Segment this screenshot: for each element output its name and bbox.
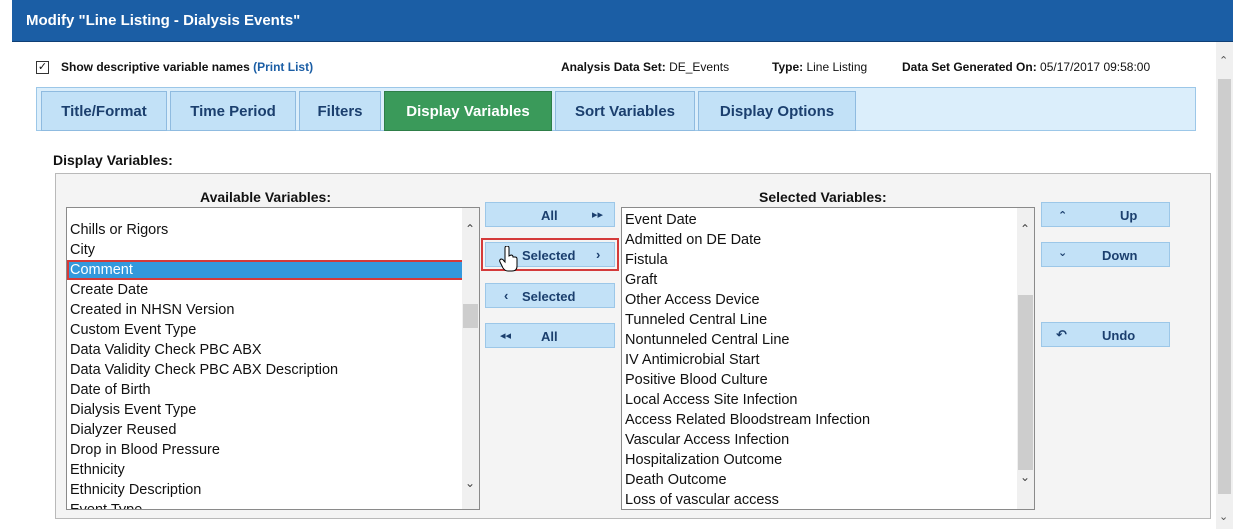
type-value: Line Listing — [806, 60, 868, 74]
section-title: Display Variables: — [53, 152, 173, 168]
tab-display-variables[interactable]: Display Variables — [384, 91, 552, 131]
move-up-button[interactable]: ⌃ Up — [1041, 202, 1170, 227]
available-variables-list[interactable]: Chills or Rigors City Comment Create Date Cr… — [66, 207, 480, 510]
undo-button[interactable]: ↶ Undo — [1041, 322, 1170, 347]
checkbox-label-text: Show descriptive variable names — [61, 60, 250, 74]
available-list-item[interactable]: Chills or Rigors — [67, 220, 479, 240]
page-scrollbar[interactable]: ⌃ ⌄ — [1216, 42, 1233, 529]
selected-list-item[interactable]: Hospitalization Outcome — [622, 450, 1034, 470]
double-arrow-right-icon: ▸▸ — [592, 209, 604, 221]
selected-list-item[interactable]: Admitted on DE Date — [622, 230, 1034, 250]
move-selected-left-label: Selected — [522, 289, 576, 304]
available-list-item[interactable]: Data Validity Check PBC ABX — [67, 340, 479, 360]
tab-title-format[interactable]: Title/Format — [41, 91, 167, 131]
type-label: Type: — [772, 60, 804, 74]
selected-list-item[interactable]: Death Outcome — [622, 470, 1034, 490]
dataset-label: Analysis Data Set: — [561, 60, 666, 74]
available-list-item[interactable]: Dialyzer Reused — [67, 420, 479, 440]
arrow-right-icon: › — [596, 247, 601, 262]
show-descriptive-names-label: Show descriptive variable names (Print L… — [61, 60, 313, 74]
print-list-link[interactable]: (Print List) — [253, 60, 313, 74]
tab-bar: Title/Format Time Period Filters Display… — [36, 87, 1196, 131]
selected-list-item[interactable]: Event Date — [622, 210, 1034, 230]
move-selected-left-button[interactable]: ‹ Selected — [485, 283, 615, 308]
dataset-value: DE_Events — [669, 60, 730, 74]
move-all-left-label: All — [541, 329, 558, 344]
dialog-title: Modify "Line Listing - Dialysis Events" — [12, 0, 1233, 42]
scroll-down-icon[interactable]: ⌄ — [465, 476, 475, 490]
available-list-item[interactable]: Drop in Blood Pressure — [67, 440, 479, 460]
selected-list-item[interactable]: Access Related Bloodstream Infection — [622, 410, 1034, 430]
page-scroll-thumb[interactable] — [1218, 79, 1231, 494]
move-all-left-button[interactable]: ◂◂ All — [485, 323, 615, 348]
available-scroll-thumb[interactable] — [463, 304, 478, 328]
hand-cursor-icon — [499, 246, 518, 272]
scroll-down-icon[interactable]: ⌄ — [1219, 510, 1228, 523]
selected-list-item[interactable]: IV Antimicrobial Start — [622, 350, 1034, 370]
arrow-left-icon: ‹ — [504, 288, 509, 303]
double-arrow-left-icon: ◂◂ — [500, 330, 512, 342]
selected-list-scrollbar[interactable]: ⌃ ⌄ — [1017, 208, 1034, 509]
selected-variables-title: Selected Variables: — [759, 189, 887, 205]
available-list-item[interactable]: Create Date — [67, 280, 479, 300]
move-up-label: Up — [1120, 208, 1138, 223]
available-list-item[interactable]: Event Type — [67, 500, 479, 509]
chevron-down-icon: ⌄ — [1058, 247, 1068, 259]
move-all-right-label: All — [541, 208, 558, 223]
selected-list-item[interactable]: Other Access Device — [622, 290, 1034, 310]
undo-icon: ↶ — [1056, 327, 1067, 342]
available-list-item[interactable]: Custom Event Type — [67, 320, 479, 340]
selected-list-item[interactable]: Fistula — [622, 250, 1034, 270]
selected-list-item[interactable]: Loss of vascular access — [622, 490, 1034, 509]
move-down-label: Down — [1102, 248, 1138, 263]
tab-display-options[interactable]: Display Options — [698, 91, 856, 131]
scroll-up-icon[interactable]: ⌃ — [1020, 222, 1030, 236]
move-down-button[interactable]: ⌄ Down — [1041, 242, 1170, 267]
move-all-right-button[interactable]: All ▸▸ — [485, 202, 615, 227]
available-list-item[interactable]: City — [67, 240, 479, 260]
selected-scroll-thumb[interactable] — [1018, 295, 1033, 470]
available-list-item[interactable]: Date of Birth — [67, 380, 479, 400]
move-selected-right-label: Selected — [522, 248, 576, 263]
available-list-item[interactable]: Dialysis Event Type — [67, 400, 479, 420]
selected-list-item[interactable]: Graft — [622, 270, 1034, 290]
scroll-up-icon[interactable]: ⌃ — [465, 222, 475, 236]
partial-list-item — [67, 208, 479, 220]
tab-time-period[interactable]: Time Period — [170, 91, 296, 131]
scroll-down-icon[interactable]: ⌄ — [1020, 470, 1030, 484]
tab-sort-variables[interactable]: Sort Variables — [555, 91, 695, 131]
selected-list-item[interactable]: Nontunneled Central Line — [622, 330, 1034, 350]
available-list-item[interactable]: Comment — [67, 260, 479, 280]
selected-list-item[interactable]: Tunneled Central Line — [622, 310, 1034, 330]
generated-label: Data Set Generated On: — [902, 60, 1037, 74]
available-list-item[interactable]: Data Validity Check PBC ABX Description — [67, 360, 479, 380]
dataset-info: Analysis Data Set: DE_Events — [561, 60, 729, 74]
type-info: Type: Line Listing — [772, 60, 867, 74]
generated-value: 05/17/2017 09:58:00 — [1040, 60, 1151, 74]
selected-variables-list[interactable]: Event Date Admitted on DE Date Fistula Graf… — [621, 207, 1035, 510]
available-list-item[interactable]: Ethnicity Description — [67, 480, 479, 500]
available-variables-title: Available Variables: — [200, 189, 331, 205]
tab-filters[interactable]: Filters — [299, 91, 381, 131]
undo-label: Undo — [1102, 328, 1136, 343]
selected-list-item[interactable]: Local Access Site Infection — [622, 390, 1034, 410]
scroll-up-icon[interactable]: ⌃ — [1219, 54, 1228, 67]
available-list-item[interactable]: Ethnicity — [67, 460, 479, 480]
show-descriptive-names-checkbox[interactable]: ✓ — [36, 61, 49, 74]
available-list-item[interactable]: Created in NHSN Version — [67, 300, 479, 320]
info-bar: ✓ Show descriptive variable names (Print… — [36, 58, 1206, 78]
generated-info: Data Set Generated On: 05/17/2017 09:58:… — [902, 60, 1150, 74]
selected-list-item[interactable]: Positive Blood Culture — [622, 370, 1034, 390]
available-list-scrollbar[interactable]: ⌃ ⌄ — [462, 208, 479, 509]
chevron-up-icon: ⌃ — [1058, 210, 1068, 222]
selected-list-item[interactable]: Vascular Access Infection — [622, 430, 1034, 450]
